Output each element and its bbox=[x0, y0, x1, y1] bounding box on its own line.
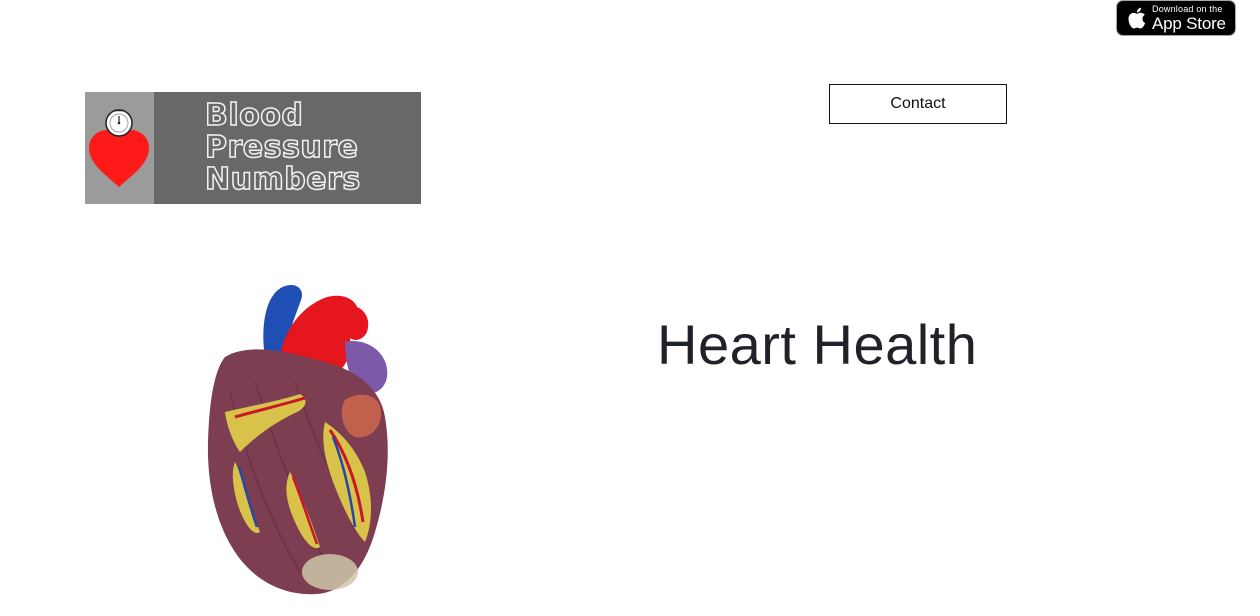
page-title: Heart Health bbox=[657, 313, 978, 376]
page: Download on the App Store Blood Pressure… bbox=[0, 0, 1260, 616]
app-store-badge[interactable]: Download on the App Store bbox=[1116, 0, 1236, 36]
site-logo[interactable]: Blood Pressure Numbers bbox=[85, 92, 421, 204]
contact-button[interactable]: Contact bbox=[829, 84, 1007, 124]
logo-line-2: Pressure bbox=[204, 130, 359, 165]
app-store-big-text: App Store bbox=[1152, 13, 1226, 33]
apple-icon bbox=[1128, 7, 1146, 29]
heart-gauge-icon bbox=[89, 109, 149, 187]
logo-icon-panel bbox=[85, 92, 154, 204]
logo-line-1: Blood bbox=[204, 98, 304, 133]
app-store-small-text: Download on the bbox=[1152, 3, 1223, 14]
logo-text: Blood Pressure Numbers bbox=[204, 98, 361, 197]
heart-model-image bbox=[207, 284, 388, 595]
logo-line-3: Numbers bbox=[204, 162, 361, 197]
